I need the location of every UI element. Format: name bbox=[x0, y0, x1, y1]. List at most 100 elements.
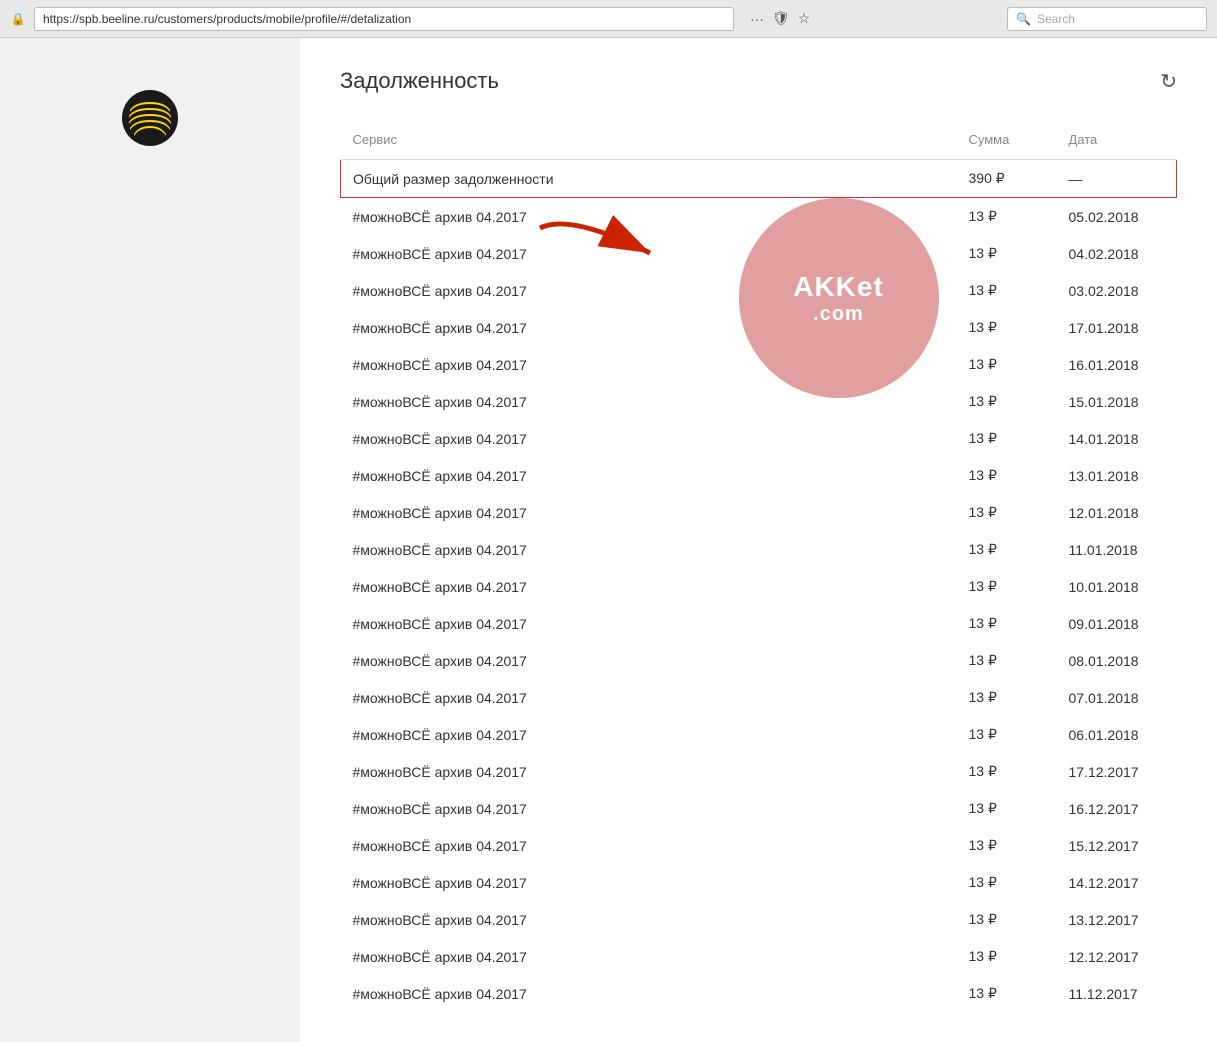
table-row: #можноВСЁ архив 04.201713 ₽12.12.2017 bbox=[341, 938, 1177, 975]
row-service: #можноВСЁ архив 04.2017 bbox=[341, 457, 957, 494]
lock-icon: 🔒 bbox=[10, 11, 26, 27]
row-amount: 13 ₽ bbox=[957, 235, 1057, 272]
row-amount: 13 ₽ bbox=[957, 901, 1057, 938]
row-service: #можноВСЁ архив 04.2017 bbox=[341, 235, 957, 272]
shield-icon: 🛡 bbox=[772, 10, 790, 27]
row-amount: 13 ₽ bbox=[957, 716, 1057, 753]
summary-amount: 390 ₽ bbox=[957, 160, 1057, 198]
row-service: #можноВСЁ архив 04.2017 bbox=[341, 716, 957, 753]
table-row: #можноВСЁ архив 04.201713 ₽10.01.2018 bbox=[341, 568, 1177, 605]
row-service: #можноВСЁ архив 04.2017 bbox=[341, 272, 957, 309]
table-header: Сервис Сумма Дата bbox=[341, 124, 1177, 160]
table-row: #можноВСЁ архив 04.201713 ₽04.02.2018 bbox=[341, 235, 1177, 272]
row-amount: 13 ₽ bbox=[957, 272, 1057, 309]
row-amount: 13 ₽ bbox=[957, 457, 1057, 494]
row-amount: 13 ₽ bbox=[957, 420, 1057, 457]
row-date: 16.12.2017 bbox=[1057, 790, 1177, 827]
summary-row: Общий размер задолженности 390 ₽ — bbox=[341, 160, 1177, 198]
page-layout: AKKet .com Задолженность ↻ Сервис Сумма … bbox=[0, 38, 1217, 1042]
table-row: #можноВСЁ архив 04.201713 ₽14.12.2017 bbox=[341, 864, 1177, 901]
row-amount: 13 ₽ bbox=[957, 827, 1057, 864]
row-date: 17.12.2017 bbox=[1057, 753, 1177, 790]
row-service: #можноВСЁ архив 04.2017 bbox=[341, 494, 957, 531]
row-date: 13.12.2017 bbox=[1057, 901, 1177, 938]
refresh-button[interactable]: ↻ bbox=[1160, 69, 1177, 94]
row-service: #можноВСЁ архив 04.2017 bbox=[341, 790, 957, 827]
row-service: #можноВСЁ архив 04.2017 bbox=[341, 605, 957, 642]
row-date: 09.01.2018 bbox=[1057, 605, 1177, 642]
bookmark-icon[interactable]: ☆ bbox=[798, 10, 811, 27]
browser-menu-icons: ··· 🛡 ☆ bbox=[750, 10, 810, 27]
table-row: #можноВСЁ архив 04.201713 ₽05.02.2018 bbox=[341, 198, 1177, 236]
table-row: #можноВСЁ архив 04.201713 ₽17.12.2017 bbox=[341, 753, 1177, 790]
row-service: #можноВСЁ архив 04.2017 bbox=[341, 383, 957, 420]
row-amount: 13 ₽ bbox=[957, 864, 1057, 901]
search-placeholder: Search bbox=[1037, 12, 1075, 26]
row-amount: 13 ₽ bbox=[957, 938, 1057, 975]
row-date: 08.01.2018 bbox=[1057, 642, 1177, 679]
row-service: #можноВСЁ архив 04.2017 bbox=[341, 938, 957, 975]
row-service: #можноВСЁ архив 04.2017 bbox=[341, 568, 957, 605]
row-date: 14.12.2017 bbox=[1057, 864, 1177, 901]
row-date: 11.01.2018 bbox=[1057, 531, 1177, 568]
row-amount: 13 ₽ bbox=[957, 309, 1057, 346]
beeline-logo bbox=[120, 88, 180, 148]
table-row: #можноВСЁ архив 04.201713 ₽16.12.2017 bbox=[341, 790, 1177, 827]
address-bar[interactable]: https://spb.beeline.ru/customers/product… bbox=[34, 7, 734, 31]
row-date: 15.12.2017 bbox=[1057, 827, 1177, 864]
row-service: #можноВСЁ архив 04.2017 bbox=[341, 827, 957, 864]
table-row: #можноВСЁ архив 04.201713 ₽16.01.2018 bbox=[341, 346, 1177, 383]
table-row: #можноВСЁ архив 04.201713 ₽17.01.2018 bbox=[341, 309, 1177, 346]
table-row: #можноВСЁ архив 04.201713 ₽03.02.2018 bbox=[341, 272, 1177, 309]
row-date: 15.01.2018 bbox=[1057, 383, 1177, 420]
row-service: #можноВСЁ архив 04.2017 bbox=[341, 753, 957, 790]
table-row: #можноВСЁ архив 04.201713 ₽12.01.2018 bbox=[341, 494, 1177, 531]
table-row: #можноВСЁ архив 04.201713 ₽15.12.2017 bbox=[341, 827, 1177, 864]
browser-security-icons: 🔒 bbox=[10, 11, 26, 27]
row-service: #можноВСЁ архив 04.2017 bbox=[341, 309, 957, 346]
row-date: 03.02.2018 bbox=[1057, 272, 1177, 309]
more-menu-icon[interactable]: ··· bbox=[750, 11, 764, 27]
row-amount: 13 ₽ bbox=[957, 494, 1057, 531]
row-date: 04.02.2018 bbox=[1057, 235, 1177, 272]
row-service: #можноВСЁ архив 04.2017 bbox=[341, 198, 957, 236]
row-service: #можноВСЁ архив 04.2017 bbox=[341, 679, 957, 716]
row-date: 14.01.2018 bbox=[1057, 420, 1177, 457]
row-date: 13.01.2018 bbox=[1057, 457, 1177, 494]
row-service: #можноВСЁ архив 04.2017 bbox=[341, 531, 957, 568]
row-amount: 13 ₽ bbox=[957, 531, 1057, 568]
table-row: #можноВСЁ архив 04.201713 ₽09.01.2018 bbox=[341, 605, 1177, 642]
table-row: #можноВСЁ архив 04.201713 ₽15.01.2018 bbox=[341, 383, 1177, 420]
page-header: Задолженность ↻ bbox=[340, 68, 1177, 94]
row-amount: 13 ₽ bbox=[957, 568, 1057, 605]
row-amount: 13 ₽ bbox=[957, 198, 1057, 236]
table-row: #можноВСЁ архив 04.201713 ₽14.01.2018 bbox=[341, 420, 1177, 457]
column-header-amount: Сумма bbox=[957, 124, 1057, 160]
row-date: 16.01.2018 bbox=[1057, 346, 1177, 383]
row-amount: 13 ₽ bbox=[957, 346, 1057, 383]
table-body: Общий размер задолженности 390 ₽ — #можн… bbox=[341, 160, 1177, 1013]
summary-service: Общий размер задолженности bbox=[341, 160, 957, 198]
row-date: 12.01.2018 bbox=[1057, 494, 1177, 531]
table-row: #можноВСЁ архив 04.201713 ₽13.01.2018 bbox=[341, 457, 1177, 494]
search-icon: 🔍 bbox=[1016, 12, 1031, 26]
row-service: #можноВСЁ архив 04.2017 bbox=[341, 346, 957, 383]
column-header-date: Дата bbox=[1057, 124, 1177, 160]
row-date: 05.02.2018 bbox=[1057, 198, 1177, 236]
browser-chrome: 🔒 https://spb.beeline.ru/customers/produ… bbox=[0, 0, 1217, 38]
url-text: https://spb.beeline.ru/customers/product… bbox=[43, 12, 411, 26]
logo-container bbox=[120, 88, 180, 148]
summary-date: — bbox=[1057, 160, 1177, 198]
row-amount: 13 ₽ bbox=[957, 790, 1057, 827]
row-service: #можноВСЁ архив 04.2017 bbox=[341, 420, 957, 457]
table-row: #можноВСЁ архив 04.201713 ₽07.01.2018 bbox=[341, 679, 1177, 716]
row-date: 06.01.2018 bbox=[1057, 716, 1177, 753]
row-date: 12.12.2017 bbox=[1057, 938, 1177, 975]
row-service: #можноВСЁ архив 04.2017 bbox=[341, 901, 957, 938]
table-row: #можноВСЁ архив 04.201713 ₽08.01.2018 bbox=[341, 642, 1177, 679]
search-bar[interactable]: 🔍 Search bbox=[1007, 7, 1207, 31]
row-amount: 13 ₽ bbox=[957, 605, 1057, 642]
table-row: #можноВСЁ архив 04.201713 ₽11.01.2018 bbox=[341, 531, 1177, 568]
sidebar bbox=[0, 38, 300, 1042]
row-service: #можноВСЁ архив 04.2017 bbox=[341, 864, 957, 901]
